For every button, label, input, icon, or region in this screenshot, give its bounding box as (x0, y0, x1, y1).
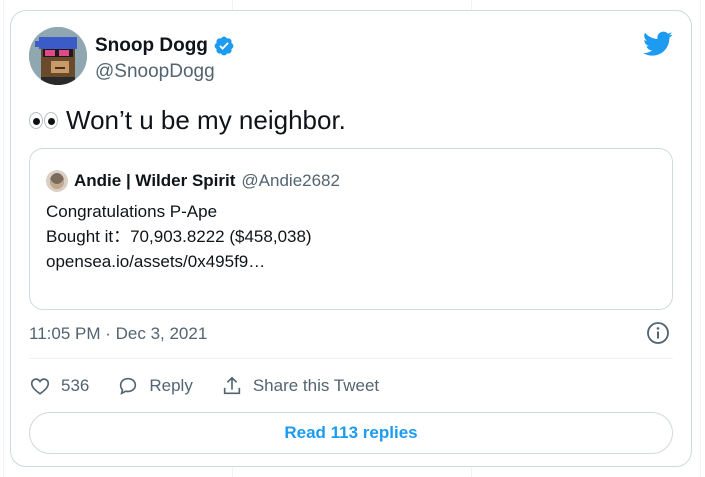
divider (29, 358, 673, 359)
quoted-tweet[interactable]: Andie | Wilder Spirit @Andie2682 Congrat… (29, 148, 673, 310)
verified-badge-icon (214, 36, 234, 56)
eye-shape (44, 111, 58, 129)
tweet-text: Won’t u be my neighbor. (66, 105, 346, 135)
quoted-tweet-header: Andie | Wilder Spirit @Andie2682 (46, 170, 340, 192)
author-handle[interactable]: @SnoopDogg (95, 61, 215, 83)
quoted-text-line: Bought it：70,903.8222 ($458,038) (46, 227, 312, 246)
pixel-ape-avatar-icon (29, 27, 87, 85)
reply-button[interactable]: Reply (117, 375, 193, 397)
info-icon[interactable] (646, 321, 670, 345)
quoted-text-line: Congratulations P-Ape (46, 202, 218, 221)
share-button[interactable]: Share this Tweet (221, 375, 379, 397)
author-avatar[interactable] (29, 27, 87, 85)
quoted-author-name: Andie | Wilder Spirit (74, 171, 236, 190)
read-replies-button[interactable]: Read 113 replies (29, 412, 673, 454)
tweet-embed-card: Snoop Dogg @SnoopDogg Won’t u be my neig… (10, 10, 692, 467)
like-button[interactable]: 536 (29, 375, 89, 397)
share-label: Share this Tweet (252, 376, 380, 395)
guide-line (3, 0, 4, 477)
like-count: 536 (61, 376, 90, 395)
quoted-link[interactable]: opensea.io/assets/0x495f9… (46, 249, 312, 274)
author-name-row[interactable]: Snoop Dogg (95, 35, 235, 57)
quoted-author-avatar (46, 170, 68, 192)
guide-line (700, 0, 701, 477)
eyes-emoji-icon (29, 111, 58, 129)
tweet-text-row: Won’t u be my neighbor. (29, 103, 346, 137)
twitter-bird-icon[interactable] (643, 31, 673, 57)
share-icon (223, 376, 241, 395)
quoted-tweet-body: Congratulations P-Ape Bought it：70,903.8… (46, 199, 312, 274)
author-name[interactable]: Snoop Dogg (95, 35, 208, 57)
quoted-author-handle: @Andie2682 (241, 171, 340, 190)
tweet-timestamp[interactable]: 11:05 PM · Dec 3, 2021 (29, 323, 207, 345)
eye-shape (29, 111, 43, 129)
tweet-actions: 536 Reply Share this Tweet (29, 373, 407, 399)
heart-icon (30, 378, 50, 395)
reply-icon (120, 377, 137, 395)
reply-label: Reply (149, 376, 193, 395)
